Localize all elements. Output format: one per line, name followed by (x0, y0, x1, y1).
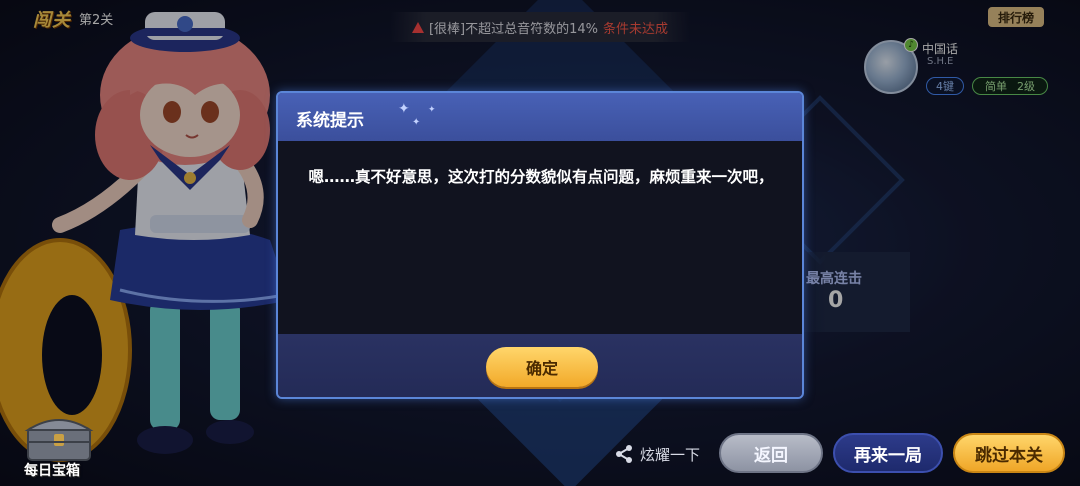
sparkle-icon: ✦ (412, 117, 421, 128)
retry-button[interactable]: 再来一局 (833, 433, 943, 473)
daily-chest-button[interactable]: 每日宝箱 (22, 412, 96, 482)
dialog-title: 系统提示 (296, 111, 364, 131)
back-button[interactable]: 返回 (719, 433, 823, 473)
share-button[interactable]: 炫耀一下 (614, 442, 700, 466)
sparkle-icon: ✦ (398, 101, 410, 117)
skip-stage-button[interactable]: 跳过本关 (953, 433, 1065, 473)
share-label: 炫耀一下 (640, 445, 701, 464)
dialog-message: 嗯……真不好意思，这次打的分数貌似有点问题，麻烦重来一次吧， (308, 168, 774, 186)
dialog-header: 系统提示 ✦ ✦ ✦ (278, 93, 802, 141)
dialog-footer: 确定 (278, 334, 802, 397)
system-dialog: 系统提示 ✦ ✦ ✦ 嗯……真不好意思，这次打的分数貌似有点问题，麻烦重来一次吧… (276, 91, 804, 399)
sparkle-icon: ✦ (428, 105, 436, 115)
share-icon (616, 445, 632, 463)
treasure-chest-icon (24, 419, 94, 461)
confirm-button[interactable]: 确定 (486, 347, 598, 387)
daily-chest-label: 每日宝箱 (24, 463, 80, 479)
